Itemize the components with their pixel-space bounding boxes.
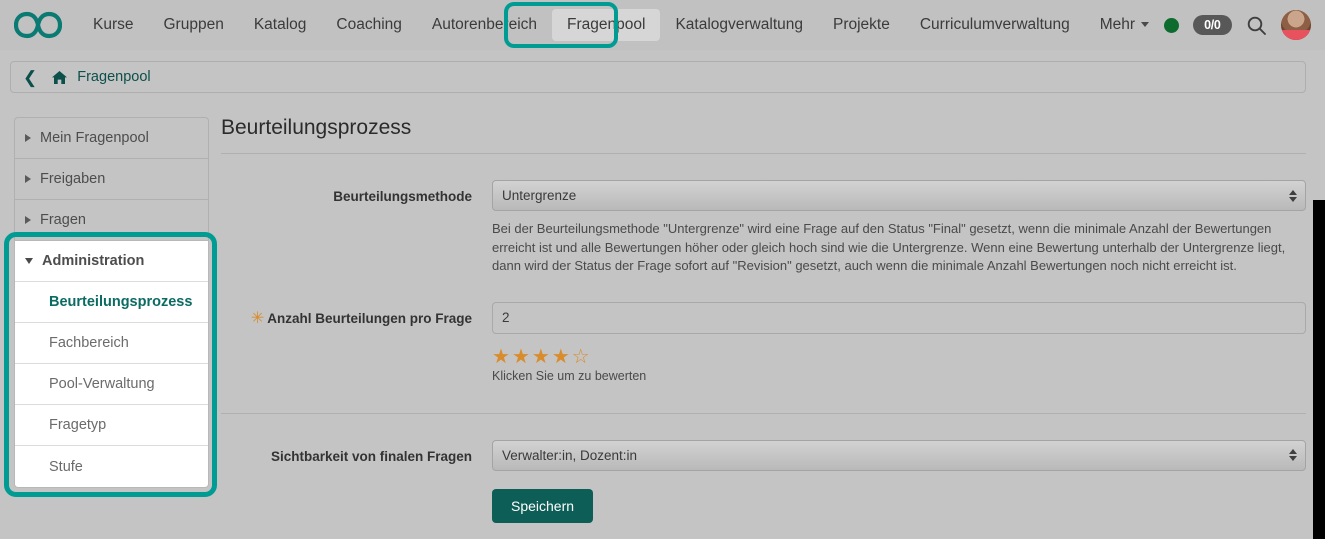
star-icon-filled[interactable]: ★ <box>532 346 552 368</box>
app-screen: Kurse Gruppen Katalog Coaching Autorenbe… <box>0 0 1325 539</box>
triangle-right-icon <box>25 175 31 183</box>
notification-count-badge[interactable]: 0/0 <box>1193 15 1232 35</box>
nav-link-katalogverwaltung[interactable]: Katalogverwaltung <box>660 9 818 41</box>
breadcrumb: ❮ Fragenpool <box>10 61 1306 93</box>
right-edge-strip <box>1313 200 1325 539</box>
form-row-visibility: Sichtbarkeit von finalen Fragen Verwalte… <box>221 439 1306 523</box>
breadcrumb-item-fragenpool[interactable]: Fragenpool <box>77 69 150 85</box>
nav-links: Kurse Gruppen Katalog Coaching Autorenbe… <box>78 0 1164 50</box>
required-marker-icon: ✳ <box>250 309 265 327</box>
nav-link-gruppen[interactable]: Gruppen <box>149 9 239 41</box>
triangle-right-icon <box>25 216 31 224</box>
select-value: Untergrenze <box>502 188 577 203</box>
triangle-right-icon <box>25 134 31 142</box>
nav-link-fragenpool[interactable]: Fragenpool <box>552 9 661 41</box>
page-title: Beurteilungsprozess <box>221 116 1306 154</box>
search-icon[interactable] <box>1246 15 1267 36</box>
infinity-logo-icon[interactable] <box>14 10 62 40</box>
star-icon-empty[interactable]: ☆ <box>572 346 592 368</box>
nav-link-more[interactable]: Mehr <box>1085 9 1164 41</box>
label-beurteilungsmethode: Beurteilungsmethode <box>333 189 472 204</box>
star-icon-filled[interactable]: ★ <box>552 346 572 368</box>
visibility-control: Verwalter:in, Dozent:in Speichern <box>492 439 1306 523</box>
online-status-icon <box>1164 17 1180 33</box>
select-beurteilungsmethode[interactable]: Untergrenze <box>492 180 1306 211</box>
sidebar-item-fachbereich[interactable]: Fachbereich <box>15 323 208 364</box>
label-anzahl-beurteilungen: ✳ Anzahl Beurteilungen pro Frage <box>221 302 492 327</box>
chevron-down-icon <box>1141 22 1150 28</box>
home-icon[interactable] <box>51 70 68 85</box>
sidebar-item-label: Stufe <box>49 458 83 475</box>
sidebar-item-label: Mein Fragenpool <box>40 130 149 146</box>
sidebar: Mein Fragenpool Freigaben Fragen <box>14 117 209 240</box>
nav-link-kurse[interactable]: Kurse <box>78 9 149 41</box>
sidebar-item-pool-verwaltung[interactable]: Pool-Verwaltung <box>15 364 208 405</box>
star-rating-stars[interactable]: ★★★★☆ <box>492 346 1306 368</box>
sidebar-item-freigaben[interactable]: Freigaben <box>14 158 209 199</box>
nav-label: Katalogverwaltung <box>675 16 803 33</box>
sidebar-item-beurteilungsprozess[interactable]: Beurteilungsprozess <box>15 282 208 323</box>
nav-label: Curriculumverwaltung <box>919 16 1070 33</box>
nav-label: Fragenpool <box>567 16 646 33</box>
label-sichtbarkeit: Sichtbarkeit von finalen Fragen <box>270 448 472 464</box>
avatar-image-shirt <box>1280 30 1311 40</box>
sidebar-item-label: Beurteilungsprozess <box>49 294 193 310</box>
label-text: Anzahl Beurteilungen pro Frage <box>267 310 472 326</box>
select-value: Verwalter:in, Dozent:in <box>502 447 638 463</box>
nav-link-coaching[interactable]: Coaching <box>321 9 417 41</box>
form-row-method: Beurteilungsmethode Untergrenze Bei der … <box>221 180 1306 276</box>
nav-label: Projekte <box>832 16 890 33</box>
spinner-arrows-icon <box>1289 189 1297 202</box>
top-navbar: Kurse Gruppen Katalog Coaching Autorenbe… <box>0 0 1325 50</box>
triangle-down-icon <box>25 258 33 264</box>
sidebar-item-stufe[interactable]: Stufe <box>15 446 208 487</box>
method-control: Untergrenze Bei der Beurteilungsmethode … <box>492 180 1306 276</box>
star-icon-filled[interactable]: ★ <box>512 346 532 368</box>
sidebar-item-label: Fragen <box>40 212 86 228</box>
star-icon-filled[interactable]: ★ <box>492 346 512 368</box>
sidebar-item-mein-fragenpool[interactable]: Mein Fragenpool <box>14 117 209 158</box>
select-sichtbarkeit[interactable]: Verwalter:in, Dozent:in <box>492 439 1306 471</box>
nav-label: Katalog <box>253 16 307 33</box>
nav-label: Mehr <box>1099 16 1136 33</box>
nav-label: Autorenbereich <box>431 16 538 33</box>
star-rating-hint: Klicken Sie um zu bewerten <box>492 368 647 383</box>
section-divider <box>221 412 1306 414</box>
navbar-right-tools: 0/0 <box>1164 10 1325 40</box>
main-content: Beurteilungsprozess Beurteilungsmethode … <box>221 116 1306 523</box>
chevron-left-icon[interactable]: ❮ <box>23 69 37 86</box>
count-control: ★★★★☆ Klicken Sie um zu bewerten <box>492 301 1306 383</box>
sidebar-group-administration: Administration Beurteilungsprozess Fachb… <box>14 240 209 488</box>
nav-link-katalog[interactable]: Katalog <box>239 9 322 41</box>
method-help-text: Bei der Beurteilungsmethode "Untergrenze… <box>492 221 1286 273</box>
star-rating: ★★★★☆ Klicken Sie um zu bewerten <box>492 346 1306 383</box>
sidebar-item-label: Pool-Verwaltung <box>49 376 155 392</box>
sidebar-item-administration[interactable]: Administration <box>15 241 208 282</box>
sidebar-item-fragetyp[interactable]: Fragetyp <box>15 405 208 446</box>
nav-link-curriculumverwaltung[interactable]: Curriculumverwaltung <box>905 9 1085 41</box>
spinner-arrows-icon <box>1289 449 1297 461</box>
nav-label: Coaching <box>336 16 402 33</box>
input-anzahl-beurteilungen[interactable] <box>492 301 1306 334</box>
form-row-count: ✳Anzahl Beurteilungen pro Frage ★★★★☆ Kl… <box>221 301 1306 383</box>
save-button[interactable]: Speichern <box>492 488 594 523</box>
nav-label: Gruppen <box>163 16 224 33</box>
user-avatar[interactable] <box>1280 10 1311 40</box>
nav-link-projekte[interactable]: Projekte <box>818 9 905 41</box>
nav-label: Kurse <box>93 16 134 33</box>
sidebar-item-label: Fragetyp <box>49 417 107 433</box>
sidebar-item-fragen[interactable]: Fragen <box>14 199 209 240</box>
sidebar-item-label: Freigaben <box>40 171 106 187</box>
nav-link-autorenbereich[interactable]: Autorenbereich <box>417 9 552 41</box>
sidebar-item-label: Fachbereich <box>49 335 129 351</box>
sidebar-item-label: Administration <box>42 253 145 269</box>
